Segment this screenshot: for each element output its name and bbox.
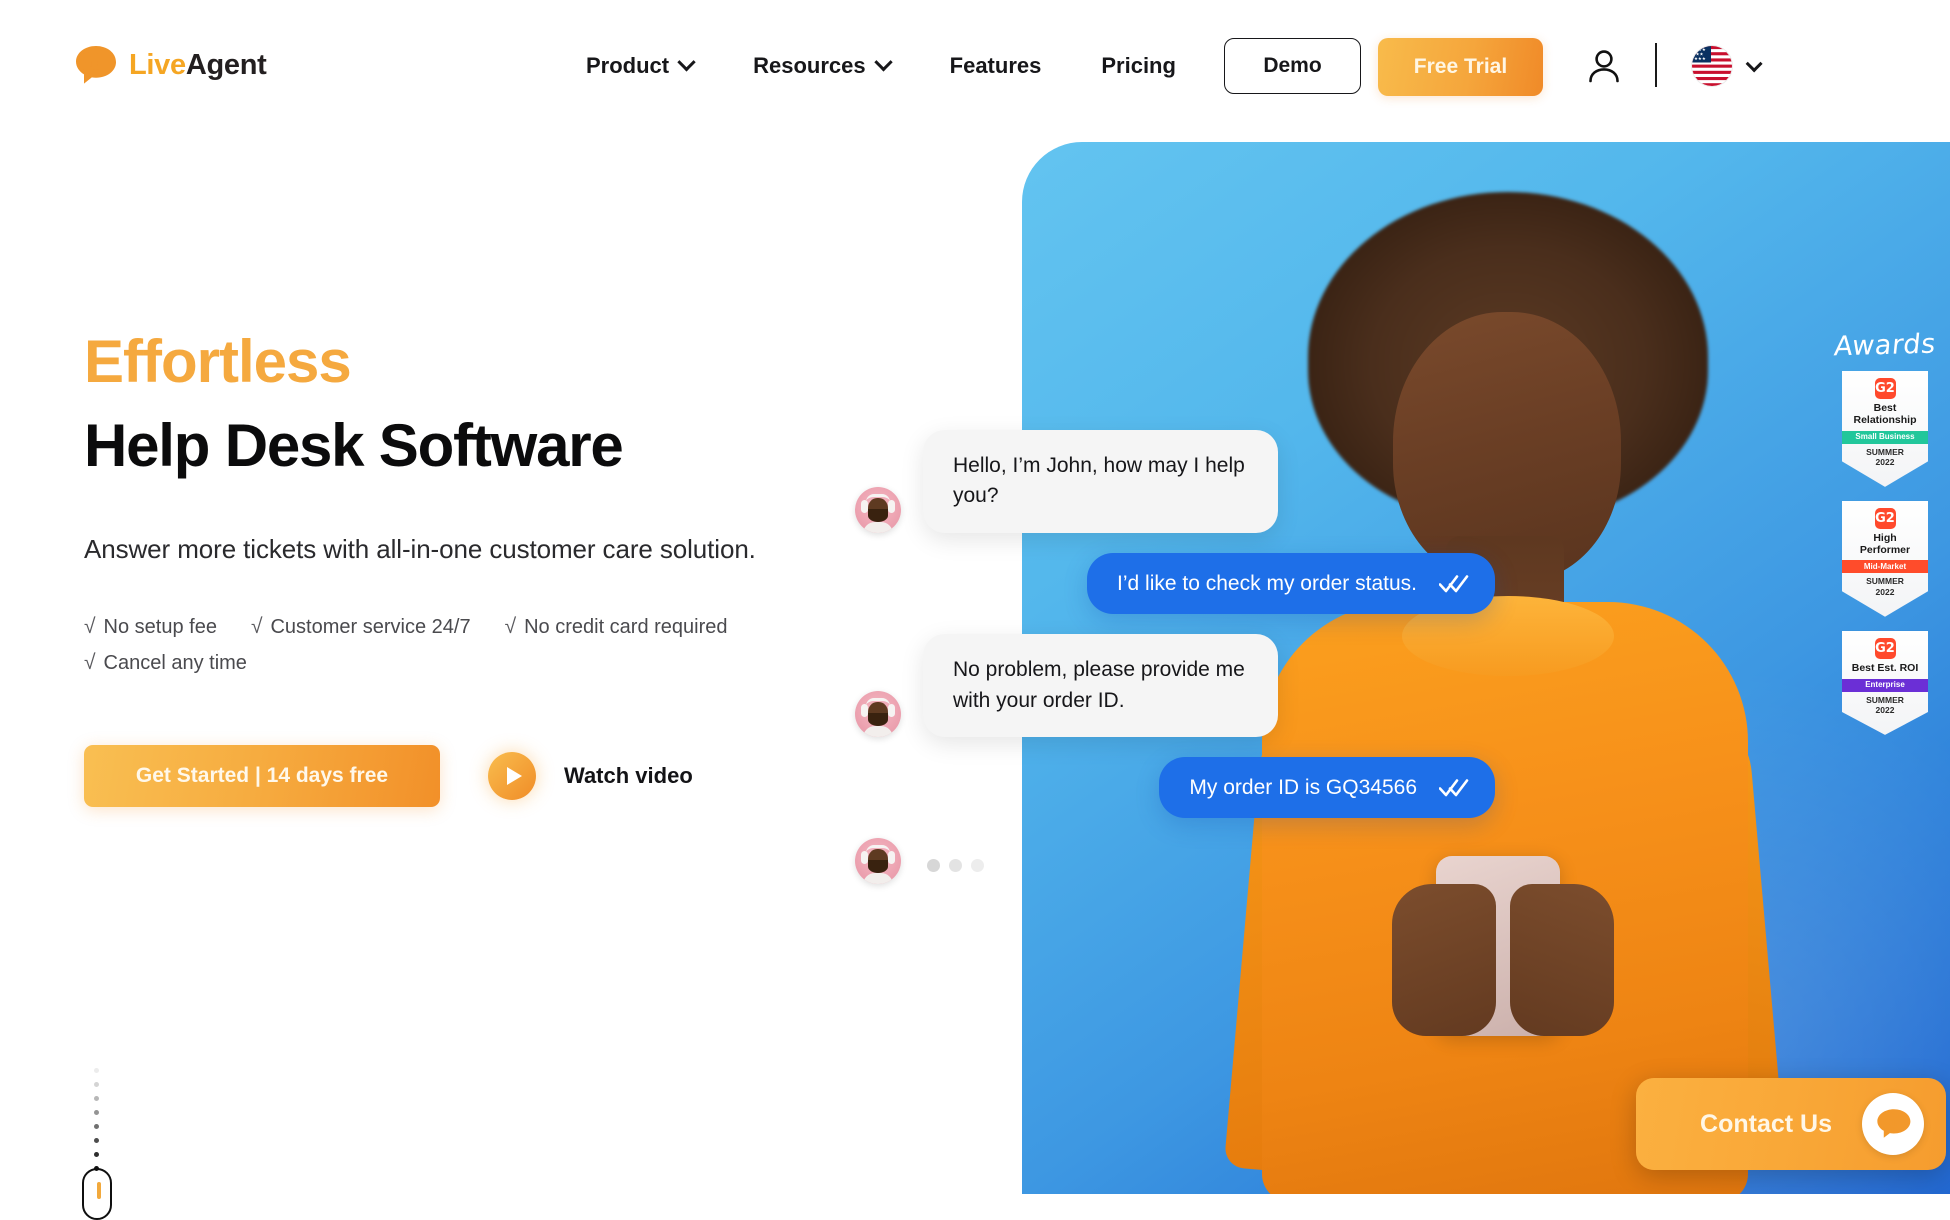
logo-live: Live <box>129 48 186 81</box>
contact-us-label: Contact Us <box>1700 1109 1832 1138</box>
logo-text: LiveAgent <box>129 48 267 81</box>
nav-label: Product <box>586 53 670 78</box>
watch-video-label: Watch video <box>564 763 693 789</box>
avatar <box>855 838 901 885</box>
watch-video-button[interactable]: Watch video <box>488 752 693 801</box>
g2-logo-icon: G2 <box>1874 507 1896 529</box>
page-title: Help Desk Software <box>84 411 624 479</box>
chevron-down-icon <box>1745 55 1763 73</box>
feature-label: Customer service 24/7 <box>270 615 471 638</box>
header-divider <box>1655 43 1657 87</box>
scroll-indicator[interactable] <box>78 1068 118 1220</box>
award-badge: G2 Best Relationship Small Business SUMM… <box>1842 371 1928 487</box>
chat-bubble-incoming: No problem, please provide me with your … <box>923 634 1278 738</box>
awards-panel: Awards G2 Best Relationship Small Busine… <box>1826 328 1944 749</box>
typing-indicator <box>923 847 988 884</box>
feature-item: √ Cancel any time <box>84 651 784 675</box>
award-name: Best Est. ROI <box>1851 661 1919 674</box>
award-segment: Small Business <box>1842 430 1928 444</box>
demo-button[interactable]: Demo <box>1224 38 1361 94</box>
hero-subtitle: Answer more tickets with all-in-one cust… <box>84 533 756 564</box>
logo-agent: Agent <box>185 48 267 81</box>
nav-label: Pricing <box>1101 53 1176 78</box>
nav-item-resources[interactable]: Resources <box>723 52 920 79</box>
award-season: SUMMER <box>1866 446 1904 457</box>
feature-label: No credit card required <box>524 615 728 638</box>
award-year: 2022 <box>1875 704 1895 715</box>
hero-eyebrow: Effortless <box>84 328 352 395</box>
award-segment: Enterprise <box>1842 678 1928 692</box>
chevron-down-icon <box>873 52 893 71</box>
award-year: 2022 <box>1875 456 1895 467</box>
svg-text:★★★: ★★★ <box>1694 56 1706 62</box>
feature-label: Cancel any time <box>103 651 247 674</box>
site-header: LiveAgent Product Resources Features Pri… <box>0 0 1950 132</box>
free-trial-button[interactable]: Free Trial <box>1378 38 1543 96</box>
chevron-down-icon <box>677 52 696 71</box>
award-period: SUMMER 2022 <box>1847 447 1923 467</box>
chat-message-customer: My order ID is GQ34566 <box>855 757 1495 819</box>
awards-title: Awards <box>1832 328 1938 363</box>
get-started-button[interactable]: Get Started | 14 days free <box>84 745 440 808</box>
feature-list: √ No setup fee √ Customer service 24/7 √… <box>84 615 784 675</box>
nav-item-features[interactable]: Features <box>920 53 1072 79</box>
award-season: SUMMER <box>1866 576 1904 587</box>
chat-message-agent: No problem, please provide me with your … <box>855 634 1495 738</box>
feature-label: No setup fee <box>103 615 217 638</box>
award-year: 2022 <box>1875 586 1895 597</box>
double-check-icon <box>1439 779 1469 797</box>
hero-content: Effortless Help Desk Software Answer mor… <box>84 328 914 808</box>
feature-item: √ No credit card required <box>505 615 728 639</box>
avatar <box>855 486 901 533</box>
logo[interactable]: LiveAgent <box>72 42 267 88</box>
award-name: Best Relationship <box>1853 402 1917 426</box>
nav-label: Resources <box>753 53 866 78</box>
g2-logo-icon: G2 <box>1874 637 1896 659</box>
scroll-dots <box>94 1068 99 1171</box>
check-icon: √ <box>504 615 517 639</box>
feature-item: √ No setup fee <box>84 615 217 639</box>
us-flag-icon: ★★★ ★★ ★★★ <box>1692 46 1732 86</box>
chat-conversation: Hello, I’m John, how may I help you? I’d… <box>855 430 1495 904</box>
award-badge: G2 Best Est. ROI Enterprise SUMMER 2022 <box>1842 630 1928 735</box>
award-segment: Mid-Market <box>1842 560 1928 574</box>
check-icon: √ <box>84 651 96 675</box>
chat-bubble-outgoing: I’d like to check my order status. <box>1087 552 1495 615</box>
check-icon: √ <box>84 615 96 639</box>
g2-logo-icon: G2 <box>1874 378 1896 399</box>
chat-text: My order ID is GQ34566 <box>1189 776 1417 800</box>
chat-message-customer: I’d like to check my order status. <box>855 552 1495 615</box>
chat-bubble-outgoing: My order ID is GQ34566 <box>1159 757 1495 819</box>
award-name: High Performer <box>1859 531 1911 556</box>
user-icon[interactable] <box>1585 46 1623 86</box>
check-icon: √ <box>250 615 263 639</box>
nav-item-product[interactable]: Product <box>556 52 723 79</box>
award-season: SUMMER <box>1866 694 1904 705</box>
play-icon <box>488 752 536 801</box>
chat-bubble-incoming: Hello, I’m John, how may I help you? <box>923 430 1278 533</box>
at-speech-bubble-icon <box>1862 1093 1924 1155</box>
language-selector[interactable]: ★★★ ★★ ★★★ <box>1692 46 1763 86</box>
mouse-scroll-icon <box>82 1168 112 1220</box>
main-navigation: Product Resources Features Pricing <box>556 0 1206 132</box>
contact-us-widget[interactable]: Contact Us <box>1636 1078 1946 1170</box>
nav-label: Features <box>949 53 1042 78</box>
chat-typing-row <box>855 838 1495 885</box>
double-check-icon <box>1439 575 1469 593</box>
cta-row: Get Started | 14 days free Watch video <box>84 745 914 808</box>
award-badge: G2 High Performer Mid-Market SUMMER 2022 <box>1842 500 1928 617</box>
feature-item: √ Customer service 24/7 <box>251 615 471 639</box>
at-speech-bubble-icon <box>72 42 118 88</box>
avatar <box>855 691 901 738</box>
nav-item-pricing[interactable]: Pricing <box>1071 53 1206 79</box>
chat-message-agent: Hello, I’m John, how may I help you? <box>855 430 1495 533</box>
chat-text: I’d like to check my order status. <box>1117 571 1417 595</box>
award-period: SUMMER 2022 <box>1847 695 1923 715</box>
award-period: SUMMER 2022 <box>1847 576 1923 596</box>
